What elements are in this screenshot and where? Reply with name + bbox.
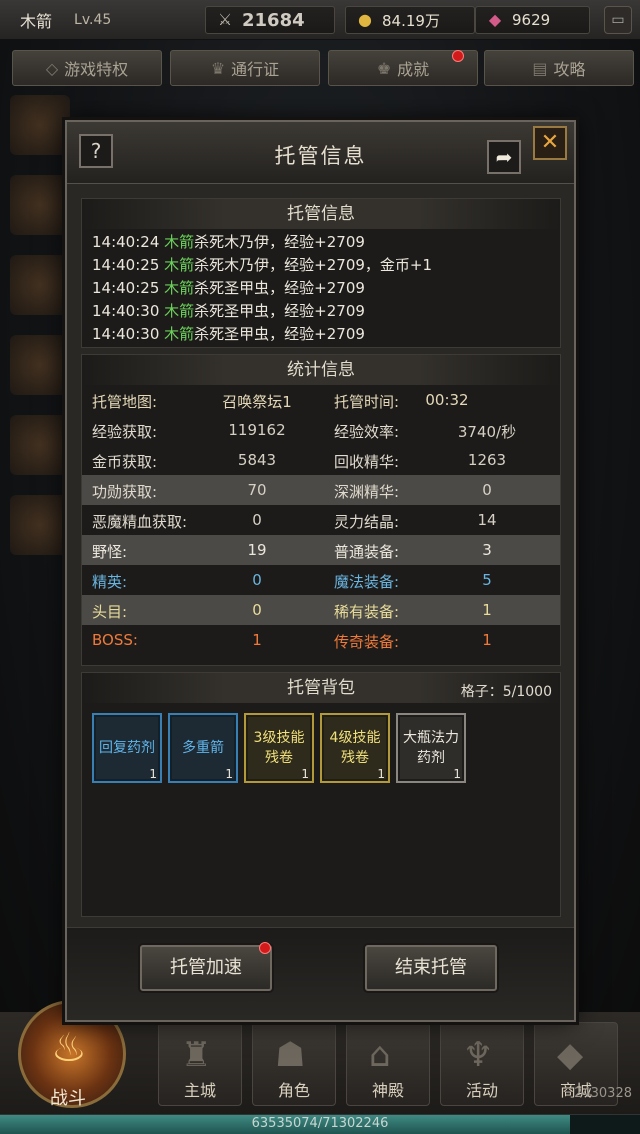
stat-row: 精英: 0 魔法装备: 5 [92, 571, 492, 591]
dialog-header: ? 托管信息 ➦ ✕ [67, 122, 574, 184]
bag-item[interactable]: 4级技能残卷 1 [320, 713, 390, 783]
nav-main-city[interactable]: ♜ 主城 [158, 1022, 242, 1106]
helmet-icon: ☗ [275, 1035, 306, 1075]
gem-counter[interactable]: ◆ 9629 [475, 6, 590, 34]
experience-bar: 63535074/71302246 [0, 1114, 640, 1134]
stat-row: BOSS: 1 传奇装备: 1 [92, 631, 492, 651]
stat-row: 头目: 0 稀有装备: 1 [82, 595, 560, 625]
bag-capacity: 格子：5/1000 [460, 684, 552, 700]
close-button[interactable]: ✕ [533, 126, 567, 160]
log-line: 14:40:25 木箭杀死圣甲虫，经验+2709 [92, 279, 365, 297]
log-line: 14:40:30 木箭杀死圣甲虫，经验+2709 [92, 325, 365, 343]
bag-item[interactable]: 多重箭 1 [168, 713, 238, 783]
crown-icon: ♛ [210, 58, 226, 78]
bag-item[interactable]: 回复药剂 1 [92, 713, 162, 783]
tab-privileges[interactable]: ◇ 游戏特权 [12, 50, 162, 86]
book-icon: ▤ [532, 58, 548, 78]
nav-character[interactable]: ☗ 角色 [252, 1022, 336, 1106]
log-line: 14:40:24 木箭杀死木乃伊，经验+2709 [92, 233, 365, 251]
nav-temple[interactable]: ⌂ 神殿 [346, 1022, 430, 1106]
end-auto-button[interactable]: 结束托管 [365, 945, 497, 991]
fight-label: 战斗 [50, 1088, 86, 1109]
stat-row: 恶魔精血获取: 0 灵力结晶: 14 [92, 511, 497, 531]
bag-item[interactable]: 大瓶法力药剂 1 [396, 713, 466, 783]
stat-row: 金币获取: 5843 回收精华: 1263 [92, 451, 507, 471]
speedup-button[interactable]: 托管加速 [140, 945, 272, 991]
bag-item[interactable]: 3级技能残卷 1 [244, 713, 314, 783]
gold-counter[interactable]: ● 84.19万 [345, 6, 475, 34]
top-status-bar: 木箭 Lv.45 ⚔ 21684 ● 84.19万 ◆ 9629 ▭ [0, 0, 640, 40]
tab-guide[interactable]: ▤ 攻略 [484, 50, 634, 86]
side-event-icon[interactable] [10, 175, 70, 235]
stat-row: 托管地图: 召唤祭坛1 托管时间: 00:32 [92, 391, 469, 411]
nav-activity[interactable]: ♆ 活动 [440, 1022, 524, 1106]
flame-icon: ♨ [51, 1025, 87, 1071]
crown-icon: ♚ [376, 58, 392, 78]
side-event-icon[interactable] [10, 255, 70, 315]
stats-title: 统计信息 [82, 355, 560, 385]
stat-row: 野怪: 19 普通装备: 3 [82, 535, 560, 565]
stats-panel: 统计信息 托管地图: 召唤祭坛1 托管时间: 00:32 经验获取: 119162 经… [81, 354, 561, 666]
log-title: 托管信息 [82, 199, 560, 229]
side-event-icon[interactable] [10, 335, 70, 395]
combat-power: ⚔ 21684 [205, 6, 335, 34]
side-event-icon[interactable] [10, 95, 70, 155]
castle-icon: ♜ [181, 1035, 212, 1075]
share-button[interactable]: ➦ [487, 140, 521, 174]
log-line: 14:40:25 木箭杀死木乃伊，经验+2709，金币+1 [92, 256, 433, 274]
demon-icon: ♆ [463, 1035, 494, 1075]
diamond-icon: ◇ [45, 58, 59, 78]
log-panel: 托管信息 14:40:24 木箭杀死木乃伊，经验+2709 14:40:25 木… [81, 198, 561, 348]
experience-text: 63535074/71302246 [251, 1116, 389, 1131]
log-line: 14:40:30 木箭杀死圣甲虫，经验+2709 [92, 302, 365, 320]
tab-pass[interactable]: ♛ 通行证 [170, 50, 320, 86]
top-tab-row: ◇ 游戏特权 ♛ 通行证 ♚ 成就 ▤ 攻略 [0, 50, 640, 88]
player-name: 木箭 [20, 11, 53, 31]
log-list[interactable]: 14:40:24 木箭杀死木乃伊，经验+2709 14:40:25 木箭杀死木乃… [82, 229, 560, 348]
crossed-swords-icon: ⚔ [217, 10, 233, 29]
bottom-right-number: 2430328 [574, 1086, 632, 1101]
bag-items: 回复药剂 1 多重箭 1 3级技能残卷 1 4级技能残卷 1 大瓶法力药剂 1 [92, 713, 466, 783]
diamond-icon: ◆ [557, 1035, 584, 1075]
gem-icon: ◆ [488, 10, 502, 29]
bag-panel: 托管背包 格子：5/1000 回复药剂 1 多重箭 1 3级技能残卷 1 4级技能残卷… [81, 672, 561, 917]
gold-coin-icon: ● [358, 10, 372, 29]
notification-dot [259, 942, 271, 954]
side-event-icon[interactable] [10, 415, 70, 475]
auto-battle-info-dialog: ? 托管信息 ➦ ✕ 托管信息 14:40:24 木箭杀死木乃伊，经验+2709… [65, 120, 576, 1022]
notification-dot [452, 50, 464, 62]
menu-icon[interactable]: ▭ [604, 6, 632, 34]
stat-row: 经验获取: 119162 经验效率: 3740/秒 [92, 421, 517, 441]
side-event-icon[interactable] [10, 495, 70, 555]
share-arrow-icon: ➦ [495, 145, 513, 169]
stat-row: 功勋获取: 70 深渊精华: 0 [82, 475, 560, 505]
player-level: Lv.45 [74, 11, 112, 28]
temple-icon: ⌂ [369, 1035, 391, 1075]
